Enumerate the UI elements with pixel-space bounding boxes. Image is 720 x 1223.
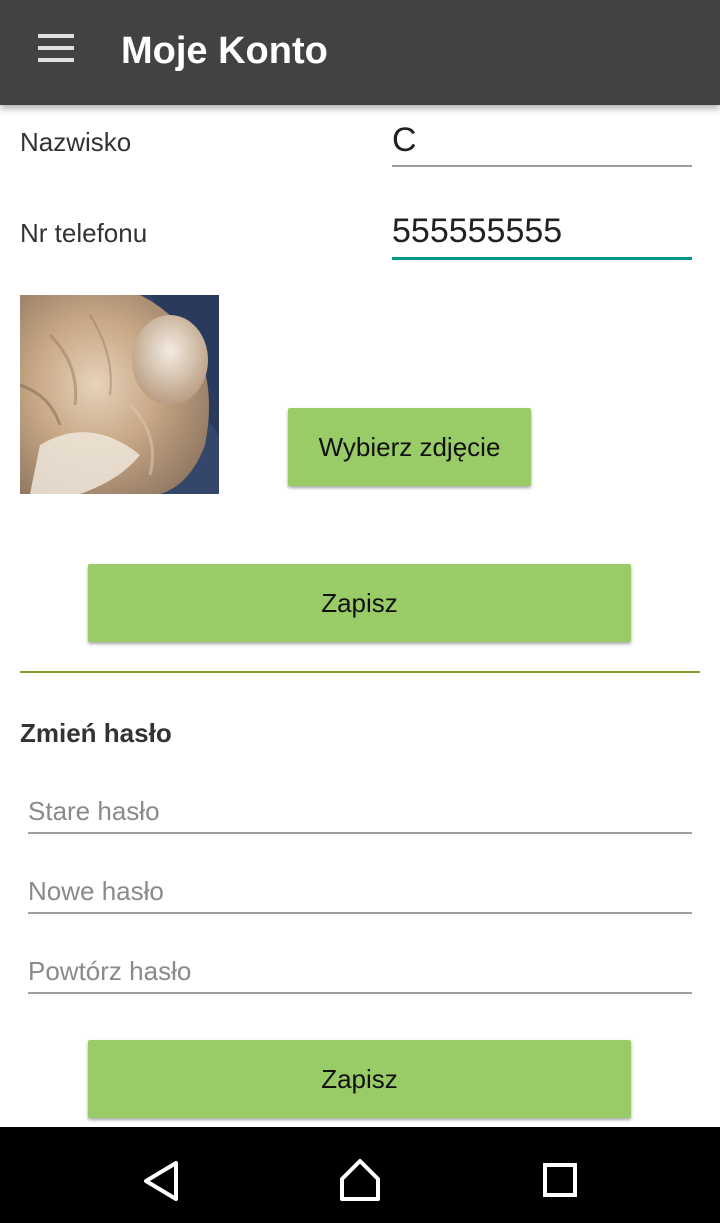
phone-label: Nr telefonu (20, 218, 148, 248)
surname-field-underline (392, 165, 692, 167)
new-password-underline (28, 912, 692, 914)
section-divider (20, 671, 700, 673)
old-password-underline (28, 832, 692, 834)
phone-field-underline (392, 257, 692, 260)
repeat-password-field[interactable] (28, 951, 688, 991)
hamburger-menu-icon[interactable] (22, 22, 90, 78)
surname-field[interactable] (392, 118, 692, 162)
system-navigation-bar (0, 1127, 720, 1223)
new-password-field[interactable] (28, 871, 688, 911)
page-title: Moje Konto (121, 30, 328, 72)
change-password-title: Zmień hasło (20, 718, 172, 748)
recents-icon[interactable] (530, 1151, 590, 1211)
back-icon[interactable] (130, 1151, 190, 1211)
home-icon[interactable] (330, 1151, 390, 1211)
surname-label: Nazwisko (20, 127, 132, 157)
choose-photo-button[interactable]: Wybierz zdjęcie (288, 408, 531, 486)
save-password-button[interactable]: Zapisz (88, 1040, 631, 1118)
repeat-password-underline (28, 992, 692, 994)
old-password-field[interactable] (28, 791, 688, 831)
phone-field[interactable] (392, 209, 692, 253)
app-bar: Moje Konto (0, 0, 720, 105)
save-profile-button[interactable]: Zapisz (88, 564, 631, 642)
profile-photo (20, 295, 219, 494)
